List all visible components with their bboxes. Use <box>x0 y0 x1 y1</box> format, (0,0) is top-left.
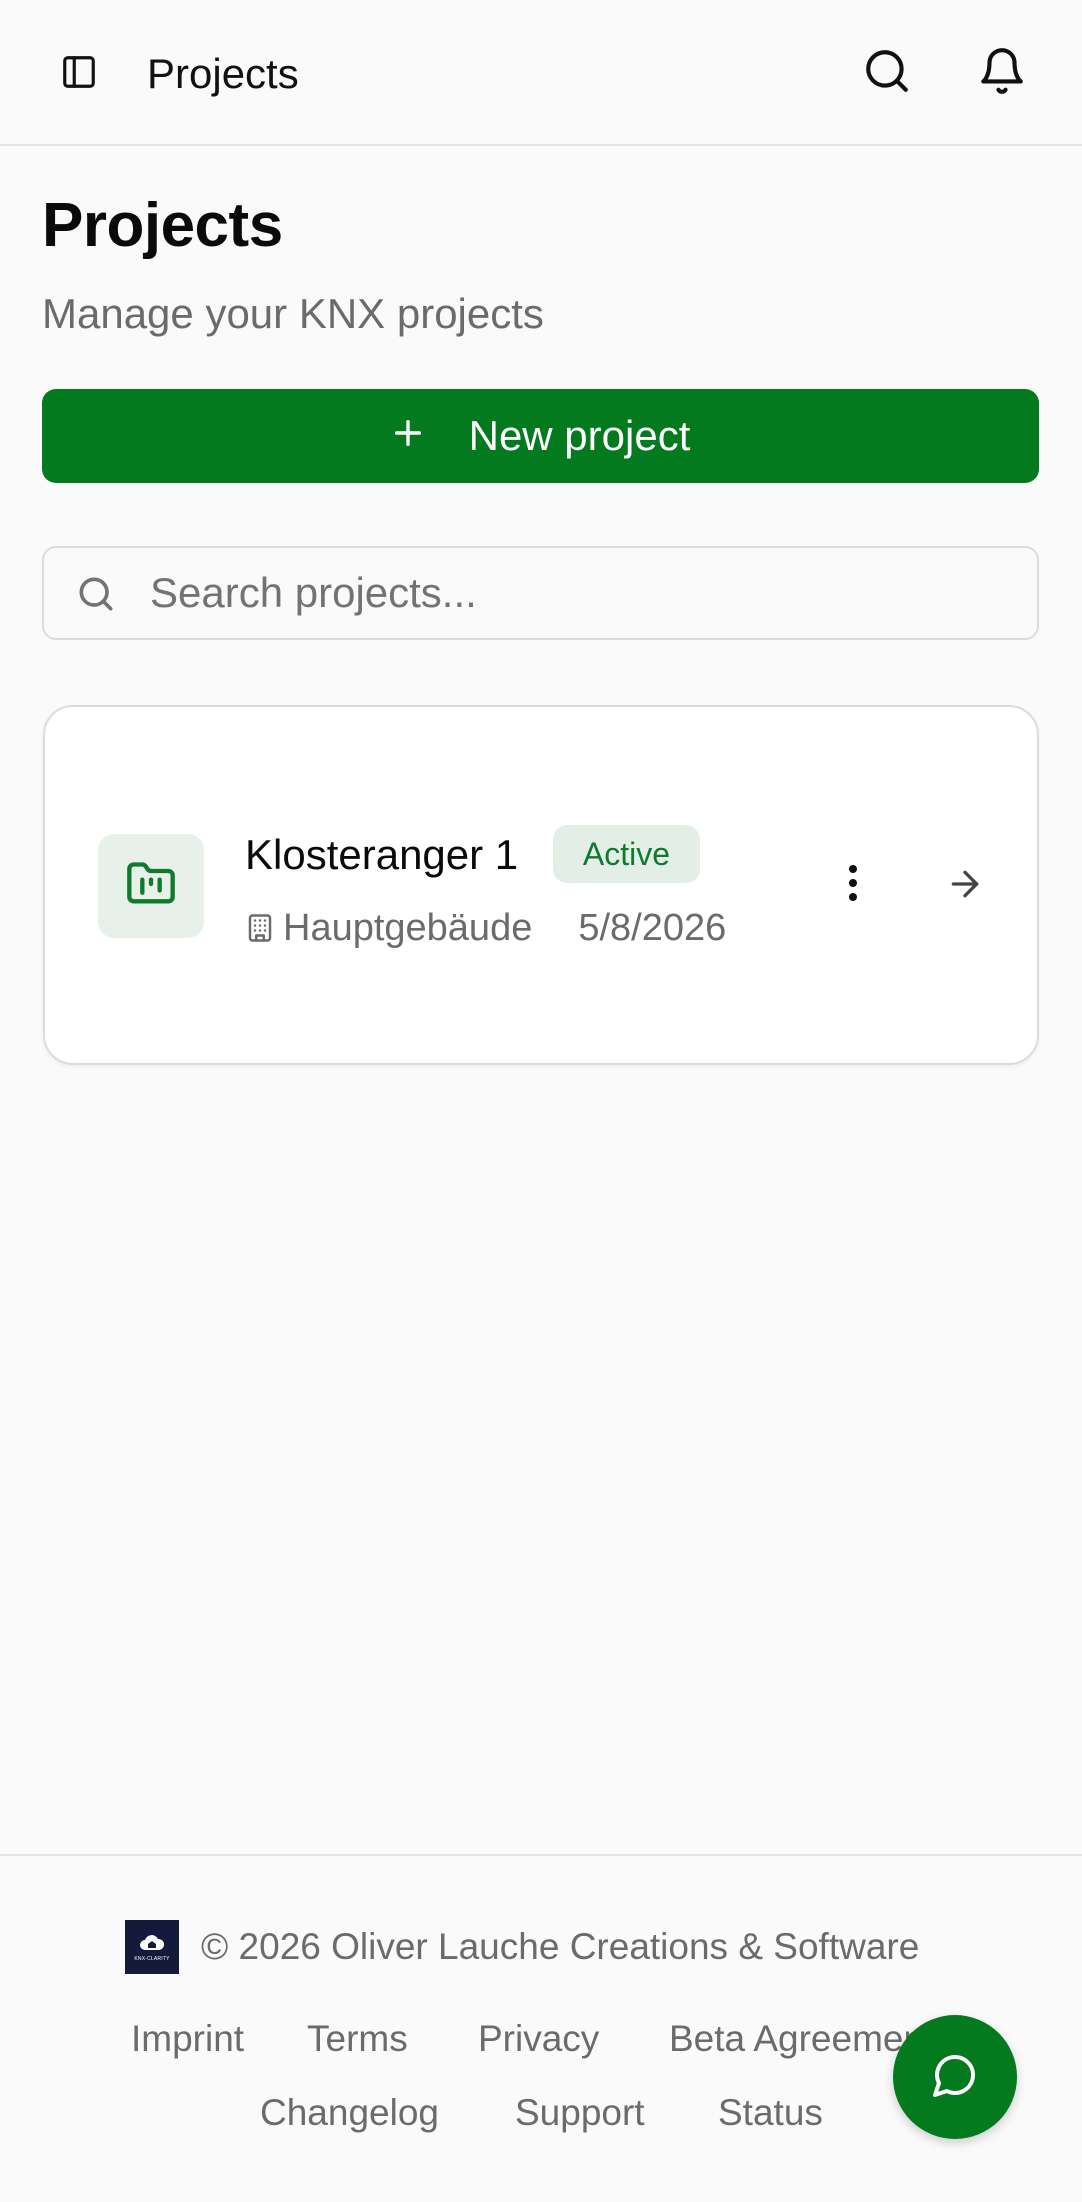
arrow-right-icon <box>945 864 985 909</box>
notifications-button[interactable] <box>965 40 1039 106</box>
footer-link-support[interactable]: Support <box>515 2092 645 2134</box>
footer-link-imprint[interactable]: Imprint <box>131 2018 244 2060</box>
header-search-button[interactable] <box>850 40 924 106</box>
sidebar-toggle-button[interactable] <box>44 41 114 107</box>
open-project-button[interactable] <box>937 853 993 919</box>
copyright-text: © 2026 Oliver Lauche Creations & Softwar… <box>201 1926 920 1967</box>
footer-link-terms[interactable]: Terms <box>307 2018 408 2060</box>
chat-button[interactable] <box>893 2015 1017 2139</box>
project-date: 5/8/2026 <box>578 906 727 949</box>
project-card[interactable]: Klosteranger 1 Active Hauptgebäude 5/8/2… <box>43 705 1039 1065</box>
project-search-input[interactable] <box>150 562 1010 624</box>
sidebar-toggle-icon <box>60 53 98 96</box>
logo-text: KNX-CLARITY <box>134 1956 170 1962</box>
search-icon <box>862 46 912 101</box>
footer-link-status[interactable]: Status <box>718 2092 823 2134</box>
page-subtitle: Manage your KNX projects <box>42 290 544 337</box>
more-vertical-icon <box>847 863 859 908</box>
folder-kanban-icon <box>125 858 177 915</box>
footer-link-beta-agreement[interactable]: Beta Agreement <box>669 2018 934 2060</box>
project-building: Hauptgebäude <box>283 906 533 949</box>
new-project-button[interactable]: New project <box>42 389 1039 483</box>
building-icon <box>245 913 275 943</box>
project-search-box <box>42 546 1039 640</box>
search-icon <box>74 572 118 621</box>
project-name: Klosteranger 1 <box>245 831 519 878</box>
bell-icon <box>977 46 1027 101</box>
status-badge: Active <box>553 825 700 883</box>
footer-link-privacy[interactable]: Privacy <box>478 2018 599 2060</box>
top-bar: Projects <box>0 0 1082 146</box>
header-title: Projects <box>147 50 299 97</box>
message-circle-icon <box>931 2051 979 2104</box>
project-meta: Hauptgebäude 5/8/2026 <box>245 903 726 953</box>
project-more-button[interactable] <box>825 849 881 921</box>
plus-icon <box>391 412 425 460</box>
new-project-label: New project <box>468 412 691 459</box>
copyright: KNX-CLARITY © 2026 Oliver Lauche Creatio… <box>125 1920 919 1974</box>
footer-link-changelog[interactable]: Changelog <box>260 2092 439 2134</box>
project-folder-tile <box>98 834 204 938</box>
page-title: Projects <box>42 191 283 260</box>
cloud-home-icon <box>140 1935 165 1950</box>
app-logo: KNX-CLARITY <box>125 1920 179 1974</box>
